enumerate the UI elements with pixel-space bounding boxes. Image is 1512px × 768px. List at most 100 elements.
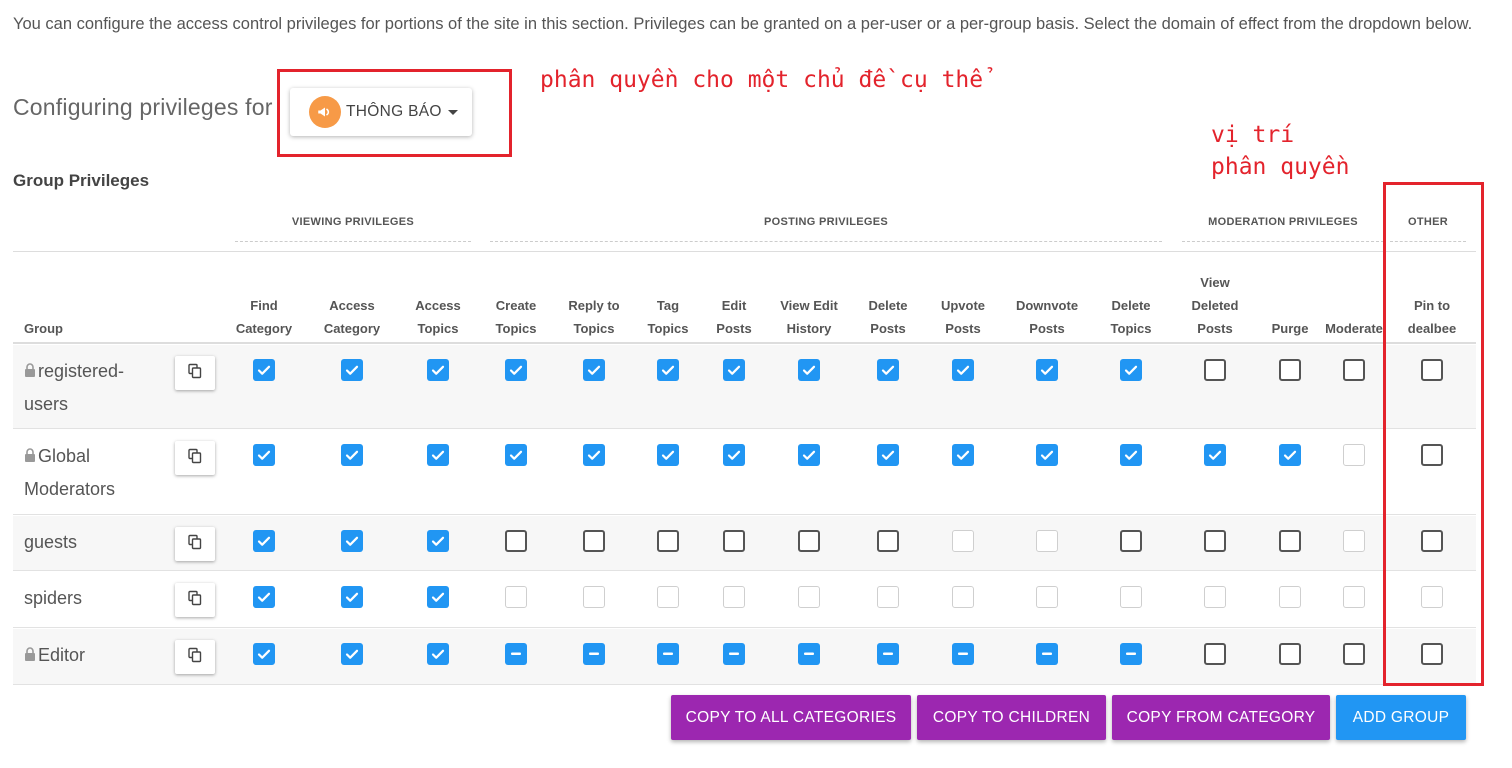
privilege-checkbox-unchecked[interactable] — [1343, 359, 1365, 381]
group-header-viewing: VIEWING PRIVILEGES — [235, 216, 471, 242]
privilege-checkbox-checked[interactable] — [723, 359, 745, 381]
column-header-text: Reply to — [568, 298, 620, 313]
column-header-text: Topics — [495, 321, 537, 336]
privilege-checkbox-checked[interactable] — [427, 359, 449, 381]
privilege-checkbox-checked[interactable] — [253, 359, 275, 381]
column-header-6: Edit Posts — [694, 258, 774, 340]
privilege-checkbox-indeterminate[interactable] — [723, 643, 745, 665]
privilege-checkbox-checked[interactable] — [253, 586, 275, 608]
privilege-checkbox-checked[interactable] — [1204, 444, 1226, 466]
column-header-15: Pin to dealbee — [1392, 258, 1472, 340]
column-header-text: Topics — [647, 321, 689, 336]
privilege-checkbox-checked[interactable] — [253, 643, 275, 665]
privilege-checkbox-checked[interactable] — [427, 586, 449, 608]
privilege-checkbox-unchecked[interactable] — [1204, 530, 1226, 552]
column-header-4: Reply to Topics — [554, 258, 634, 340]
privilege-checkbox-unchecked[interactable] — [877, 530, 899, 552]
privilege-checkbox-unchecked[interactable] — [1421, 530, 1443, 552]
privilege-checkbox-checked[interactable] — [427, 530, 449, 552]
copy-from-category-button[interactable]: COPY FROM CATEGORY — [1112, 695, 1330, 740]
table-row: Global Moderators — [13, 430, 1476, 515]
lock-icon — [24, 355, 36, 388]
privilege-checkbox-checked[interactable] — [1120, 444, 1142, 466]
privilege-checkbox-indeterminate[interactable] — [877, 643, 899, 665]
privilege-checkbox-checked[interactable] — [427, 444, 449, 466]
group-name-line2: users — [24, 394, 69, 414]
copy-privileges-button[interactable] — [175, 583, 215, 617]
privilege-checkbox-checked[interactable] — [341, 586, 363, 608]
privilege-checkbox-checked[interactable] — [798, 444, 820, 466]
privilege-checkbox-unchecked[interactable] — [1421, 643, 1443, 665]
category-selector-button[interactable]: THÔNG BÁO — [290, 88, 472, 136]
copy-to-children-button[interactable]: COPY TO CHILDREN — [917, 695, 1106, 740]
privilege-checkbox-checked[interactable] — [723, 444, 745, 466]
privilege-checkbox-unchecked[interactable] — [1120, 530, 1142, 552]
privilege-checkbox-checked[interactable] — [952, 359, 974, 381]
privilege-checkbox-checked[interactable] — [1036, 444, 1058, 466]
privilege-checkbox-checked[interactable] — [877, 359, 899, 381]
privilege-checkbox-checked[interactable] — [341, 444, 363, 466]
privilege-checkbox-checked[interactable] — [1279, 444, 1301, 466]
privilege-checkbox-disabled — [1279, 586, 1301, 608]
group-name: guests — [24, 526, 164, 559]
add-group-button[interactable]: ADD GROUP — [1336, 695, 1466, 740]
privilege-checkbox-unchecked[interactable] — [1279, 359, 1301, 381]
copy-to-all-categories-button[interactable]: COPY TO ALL CATEGORIES — [671, 695, 911, 740]
privilege-checkbox-checked[interactable] — [583, 359, 605, 381]
privilege-checkbox-indeterminate[interactable] — [1120, 643, 1142, 665]
column-header-text: Delete — [868, 298, 908, 313]
privilege-checkbox-unchecked[interactable] — [505, 530, 527, 552]
privilege-checkbox-unchecked[interactable] — [1343, 643, 1365, 665]
group-name-line2: Moderators — [24, 479, 116, 499]
privilege-checkbox-unchecked[interactable] — [1421, 444, 1443, 466]
group-name-line1: guests — [24, 532, 78, 552]
copy-privileges-button[interactable] — [175, 527, 215, 561]
privilege-checkbox-checked[interactable] — [427, 643, 449, 665]
copy-privileges-button[interactable] — [175, 441, 215, 475]
copy-icon — [187, 647, 203, 668]
privilege-checkbox-checked[interactable] — [341, 530, 363, 552]
privilege-checkbox-disabled — [1204, 586, 1226, 608]
section-title: Group Privileges — [13, 171, 150, 190]
privilege-checkbox-indeterminate[interactable] — [1036, 643, 1058, 665]
copy-icon — [187, 363, 203, 384]
privilege-checkbox-checked[interactable] — [798, 359, 820, 381]
privilege-checkbox-indeterminate[interactable] — [952, 643, 974, 665]
privilege-checkbox-unchecked[interactable] — [798, 530, 820, 552]
privilege-checkbox-checked[interactable] — [583, 444, 605, 466]
privilege-checkbox-checked[interactable] — [657, 359, 679, 381]
privilege-checkbox-checked[interactable] — [505, 444, 527, 466]
privilege-checkbox-checked[interactable] — [341, 359, 363, 381]
privilege-checkbox-checked[interactable] — [253, 530, 275, 552]
privilege-checkbox-unchecked[interactable] — [1279, 643, 1301, 665]
column-header-text: Find — [250, 298, 278, 313]
annotation-category-note: phân quyền cho một chủ đề cụ thể — [540, 67, 984, 93]
privilege-checkbox-unchecked[interactable] — [1421, 359, 1443, 381]
privilege-checkbox-checked[interactable] — [657, 444, 679, 466]
privilege-checkbox-checked[interactable] — [341, 643, 363, 665]
column-header-text: Posts — [870, 321, 906, 336]
copy-privileges-button[interactable] — [175, 356, 215, 390]
copy-privileges-button[interactable] — [175, 640, 215, 674]
configuring-label: Configuring privileges for — [13, 94, 273, 120]
copy-icon — [187, 448, 203, 469]
privilege-checkbox-unchecked[interactable] — [1204, 359, 1226, 381]
privilege-checkbox-unchecked[interactable] — [583, 530, 605, 552]
privilege-checkbox-unchecked[interactable] — [1204, 643, 1226, 665]
privilege-checkbox-checked[interactable] — [877, 444, 899, 466]
privilege-checkbox-checked[interactable] — [505, 359, 527, 381]
group-name: registered-users — [24, 355, 164, 421]
privilege-checkbox-unchecked[interactable] — [723, 530, 745, 552]
privilege-checkbox-checked[interactable] — [253, 444, 275, 466]
privilege-checkbox-unchecked[interactable] — [657, 530, 679, 552]
privilege-checkbox-indeterminate[interactable] — [657, 643, 679, 665]
column-header-text: Delete — [1111, 298, 1151, 313]
privilege-checkbox-checked[interactable] — [1036, 359, 1058, 381]
privilege-checkbox-unchecked[interactable] — [1279, 530, 1301, 552]
table-row: registered-users — [13, 345, 1476, 429]
privilege-checkbox-indeterminate[interactable] — [798, 643, 820, 665]
privilege-checkbox-checked[interactable] — [952, 444, 974, 466]
privilege-checkbox-indeterminate[interactable] — [505, 643, 527, 665]
privilege-checkbox-indeterminate[interactable] — [583, 643, 605, 665]
privilege-checkbox-checked[interactable] — [1120, 359, 1142, 381]
